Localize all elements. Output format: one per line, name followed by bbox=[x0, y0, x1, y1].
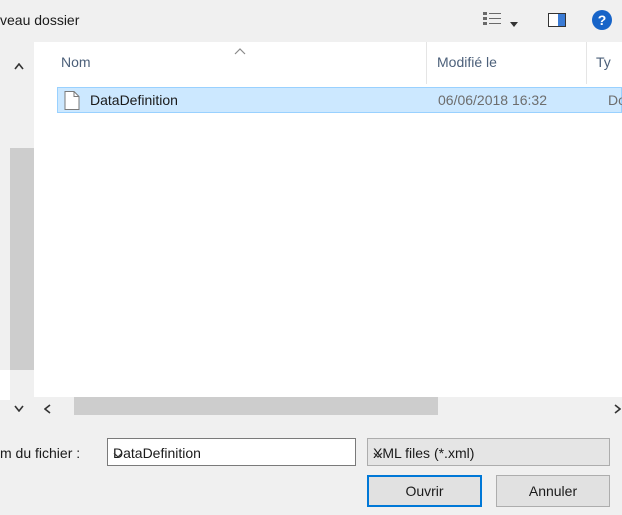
sort-ascending-icon bbox=[234, 42, 246, 58]
scroll-up-icon[interactable] bbox=[14, 57, 24, 73]
column-divider[interactable] bbox=[426, 42, 427, 84]
cancel-button[interactable]: Annuler bbox=[496, 475, 610, 507]
file-list: Nom Modifié le Ty DataDefinition 06/06/2… bbox=[34, 42, 622, 397]
view-list-icon[interactable] bbox=[482, 10, 504, 31]
open-button[interactable]: Ouvrir bbox=[367, 475, 482, 507]
toolbar: veau dossier ? bbox=[0, 0, 622, 42]
column-header-modified[interactable]: Modifié le bbox=[437, 54, 497, 70]
horizontal-scrollbar[interactable] bbox=[34, 397, 622, 417]
filetype-select[interactable]: XML files (*.xml) bbox=[367, 438, 610, 466]
scrollbar-thumb[interactable] bbox=[74, 397, 438, 415]
scroll-left-icon[interactable] bbox=[43, 401, 51, 417]
preview-pane-icon[interactable] bbox=[548, 13, 566, 30]
column-header-type[interactable]: Ty bbox=[596, 54, 611, 70]
filetype-value: XML files (*.xml) bbox=[373, 445, 475, 461]
chevron-down-icon[interactable] bbox=[113, 445, 123, 461]
navigation-pane bbox=[0, 370, 10, 400]
scrollbar-thumb[interactable] bbox=[10, 148, 34, 370]
column-divider[interactable] bbox=[586, 42, 587, 84]
filename-value: DataDefinition bbox=[113, 445, 201, 461]
help-icon[interactable]: ? bbox=[592, 10, 612, 30]
file-modified: 06/06/2018 16:32 bbox=[438, 92, 547, 108]
chevron-down-icon[interactable] bbox=[373, 445, 383, 461]
scroll-down-icon[interactable] bbox=[14, 399, 24, 415]
file-icon bbox=[64, 91, 80, 113]
column-headers: Nom Modifié le Ty bbox=[34, 42, 622, 84]
filename-input[interactable]: DataDefinition bbox=[107, 438, 356, 466]
filename-label: m du fichier : bbox=[0, 445, 81, 461]
column-header-name[interactable]: Nom bbox=[61, 54, 91, 70]
file-row[interactable]: DataDefinition 06/06/2018 16:32 Do bbox=[57, 87, 622, 113]
scroll-right-icon[interactable] bbox=[614, 401, 622, 417]
navigation-pane-scrollbar[interactable] bbox=[0, 42, 34, 417]
chevron-down-icon[interactable] bbox=[510, 15, 518, 31]
new-folder-button[interactable]: veau dossier bbox=[0, 12, 79, 28]
file-type: Do bbox=[608, 92, 622, 108]
file-name: DataDefinition bbox=[90, 92, 178, 108]
